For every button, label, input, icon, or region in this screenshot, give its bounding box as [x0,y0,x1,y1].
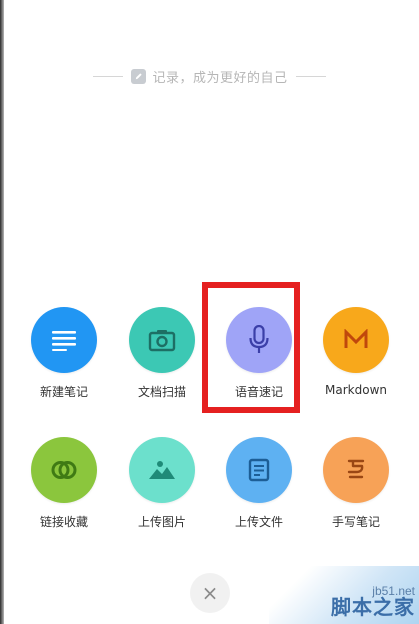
slogan-divider-left [93,75,124,77]
slogan-divider-right [295,75,326,77]
close-button[interactable]: × [190,573,230,613]
new-note-button[interactable]: 新建笔记 [14,307,114,417]
upload-image-label: 上传图片 [137,515,186,529]
link-icon [31,437,97,503]
pen-note-icon [131,68,147,84]
document-lines-icon [31,307,97,373]
file-icon [226,437,292,503]
document-scan-button[interactable]: 文档扫描 [112,307,212,417]
voice-memo-button[interactable]: 语音速记 [209,307,309,417]
link-bookmark-label: 链接收藏 [39,515,88,529]
image-icon [129,437,195,503]
site-watermark: jb51.net 脚本之家 [269,566,419,624]
microphone-icon [226,307,292,373]
document-scan-label: 文档扫描 [137,385,186,399]
camera-icon [129,307,195,373]
handwriting-icon [323,437,389,503]
slogan-text: 记录，成为更好的自己 [152,70,288,86]
add-note-menu-screen: 记录，成为更好的自己 新建笔记 文档扫描 语音速记 Markdown 链接收藏 … [0,0,419,624]
voice-memo-label: 语音速记 [234,385,283,399]
watermark-name: 脚本之家 [331,595,415,619]
handwriting-note-label: 手写笔记 [331,515,380,529]
upload-file-button[interactable]: 上传文件 [209,437,309,547]
window-edge-shadow [0,0,4,624]
new-note-label: 新建笔记 [39,385,88,399]
link-bookmark-button[interactable]: 链接收藏 [14,437,114,547]
close-icon: × [201,581,219,605]
handwriting-note-button[interactable]: 手写笔记 [306,437,406,547]
upload-image-button[interactable]: 上传图片 [112,437,212,547]
markdown-button[interactable]: Markdown [306,307,406,417]
markdown-label: Markdown [325,383,387,397]
upload-file-label: 上传文件 [234,515,283,529]
markdown-m-icon [323,307,389,373]
slogan-bar: 记录，成为更好的自己 [0,64,419,88]
